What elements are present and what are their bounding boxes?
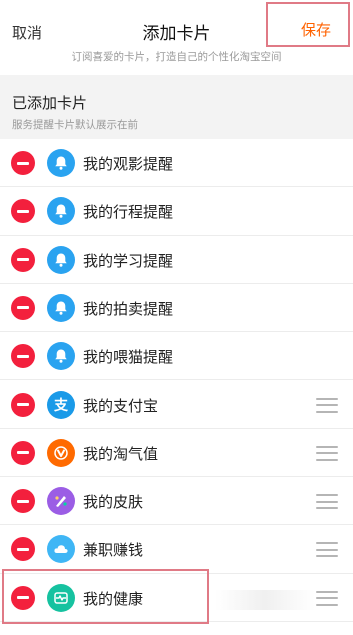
card-label: 我的支付宝 bbox=[83, 396, 159, 415]
remove-card-button[interactable] bbox=[11, 392, 35, 417]
header: 取消 添加卡片 订阅喜爱的卡片，打造自己的个性化淘宝空间 保存 bbox=[0, 0, 353, 70]
card-label: 我的行程提醒 bbox=[83, 203, 174, 222]
remove-card-button[interactable] bbox=[11, 295, 35, 320]
svg-text:支: 支 bbox=[53, 397, 69, 414]
card-row[interactable]: 支我的支付宝 bbox=[0, 380, 353, 429]
health-icon bbox=[47, 583, 75, 612]
card-row[interactable]: 我的学习提醒 bbox=[0, 235, 353, 284]
drag-handle-icon[interactable] bbox=[316, 445, 338, 462]
card-row[interactable]: 兼职赚钱 bbox=[0, 525, 353, 574]
card-label: 我的淘气值 bbox=[83, 444, 159, 463]
remove-card-button[interactable] bbox=[11, 199, 35, 224]
taoqi-icon bbox=[47, 438, 75, 467]
card-label: 我的观影提醒 bbox=[83, 155, 174, 173]
card-row[interactable]: 我的行程提醒 bbox=[0, 187, 353, 236]
card-row[interactable]: 我的淘气值 bbox=[0, 428, 353, 478]
card-label: 我的皮肤 bbox=[83, 493, 144, 512]
remove-card-button[interactable] bbox=[11, 247, 35, 272]
palette-icon bbox=[47, 487, 75, 516]
save-button[interactable]: 保存 bbox=[301, 19, 331, 40]
bell-icon bbox=[47, 293, 75, 322]
card-row[interactable]: 我的皮肤 bbox=[0, 477, 353, 526]
bell-icon bbox=[47, 149, 75, 177]
drag-handle-icon[interactable] bbox=[316, 493, 338, 510]
remove-card-button[interactable] bbox=[11, 537, 35, 562]
card-label: 我的喂猫提醒 bbox=[83, 348, 174, 367]
card-row[interactable]: 我的拍卖提醒 bbox=[0, 283, 353, 333]
remove-card-button[interactable] bbox=[11, 440, 35, 465]
alipay-icon: 支 bbox=[47, 390, 75, 419]
remove-card-button[interactable] bbox=[11, 489, 35, 514]
cloud-icon bbox=[47, 535, 75, 564]
remove-card-button[interactable] bbox=[11, 585, 35, 610]
section-title: 已添加卡片 bbox=[12, 94, 88, 112]
remove-card-button[interactable] bbox=[11, 344, 35, 369]
drag-handle-icon[interactable] bbox=[316, 541, 338, 558]
card-label: 我的健康 bbox=[83, 589, 144, 608]
drag-handle-icon[interactable] bbox=[316, 397, 338, 414]
section-subtitle: 服务提醒卡片默认展示在前 bbox=[12, 119, 138, 131]
remove-card-button[interactable] bbox=[11, 151, 35, 175]
blur-overlay bbox=[215, 590, 315, 610]
drag-handle-icon[interactable] bbox=[316, 590, 338, 607]
card-label: 兼职赚钱 bbox=[83, 541, 144, 560]
page-subtitle: 订阅喜爱的卡片，打造自己的个性化淘宝空间 bbox=[71, 51, 282, 63]
card-label: 我的拍卖提醒 bbox=[83, 299, 174, 318]
bell-icon bbox=[47, 197, 75, 226]
added-cards-section-header: 已添加卡片 服务提醒卡片默认展示在前 bbox=[0, 75, 353, 139]
card-row[interactable]: 我的喂猫提醒 bbox=[0, 332, 353, 381]
bell-icon bbox=[47, 342, 75, 371]
card-label: 我的学习提醒 bbox=[83, 251, 174, 270]
bell-icon bbox=[47, 245, 75, 274]
card-row[interactable]: 我的观影提醒 bbox=[0, 139, 353, 188]
